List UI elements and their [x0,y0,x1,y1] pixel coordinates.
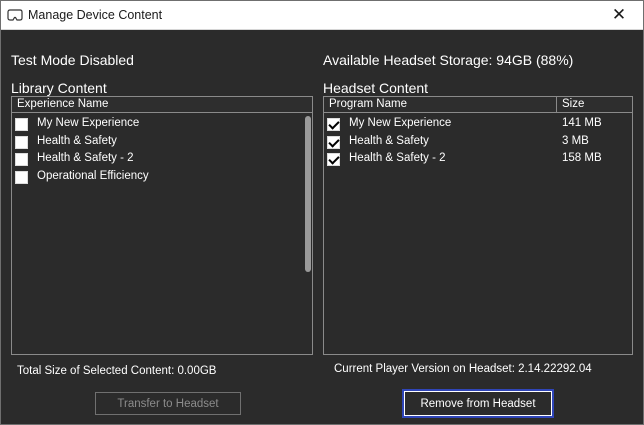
experience-name-column-header[interactable]: Experience Name [17,98,108,110]
headset-list-item[interactable]: Health & Safety - 2 158 MB [327,151,627,168]
library-item-label: My New Experience [37,117,140,129]
headset-content-title: Headset Content [323,80,429,96]
headset-item-checkbox[interactable] [327,153,340,166]
headset-item-label: My New Experience [349,117,452,129]
headset-list-item[interactable]: Health & Safety 3 MB [327,134,627,151]
size-column-header[interactable]: Size [562,98,584,110]
library-item-checkbox[interactable] [15,171,28,184]
manage-device-content-dialog: Manage Device Content ✕ Test Mode Disabl… [0,0,644,425]
headset-storage-status: Available Headset Storage: 94GB (88%) [323,52,574,68]
library-item-checkbox[interactable] [15,118,28,131]
library-scrollbar[interactable] [304,114,312,354]
library-list-item[interactable]: Operational Efficiency [15,169,300,186]
headset-item-size: 158 MB [562,152,602,164]
headset-item-checkbox[interactable] [327,136,340,149]
library-list-header: Experience Name [12,97,312,113]
vr-headset-icon [7,9,23,21]
library-list-item[interactable]: Health & Safety [15,134,300,151]
transfer-to-headset-button[interactable]: Transfer to Headset [95,392,241,415]
headset-item-checkbox[interactable] [327,118,340,131]
library-item-label: Operational Efficiency [37,170,149,182]
headset-list-header: Program Name Size [324,97,632,113]
library-item-checkbox[interactable] [15,153,28,166]
library-list-item[interactable]: My New Experience [15,116,300,133]
headset-item-label: Health & Safety [349,135,429,147]
library-content-list[interactable]: Experience Name My New Experience Health… [11,96,313,355]
headset-item-size: 3 MB [562,135,589,147]
player-version: Current Player Version on Headset: 2.14.… [334,363,592,375]
program-name-column-header[interactable]: Program Name [329,98,407,110]
library-item-checkbox[interactable] [15,136,28,149]
total-selected-size: Total Size of Selected Content: 0.00GB [17,365,217,377]
library-list-item[interactable]: Health & Safety - 2 [15,151,300,168]
close-icon[interactable]: ✕ [599,1,639,29]
headset-item-label: Health & Safety - 2 [349,152,446,164]
headset-list-item[interactable]: My New Experience 141 MB [327,116,627,133]
remove-from-headset-button[interactable]: Remove from Headset [402,389,554,418]
headset-content-list[interactable]: Program Name Size My New Experience 141 … [323,96,633,355]
library-item-label: Health & Safety - 2 [37,152,134,164]
window-title: Manage Device Content [28,8,163,22]
title-bar: Manage Device Content ✕ [1,1,643,30]
column-divider[interactable] [556,97,557,113]
headset-item-size: 141 MB [562,117,602,129]
library-item-label: Health & Safety [37,135,117,147]
test-mode-status: Test Mode Disabled [11,52,134,68]
library-content-title: Library Content [11,80,107,96]
library-scroll-thumb[interactable] [305,116,311,272]
